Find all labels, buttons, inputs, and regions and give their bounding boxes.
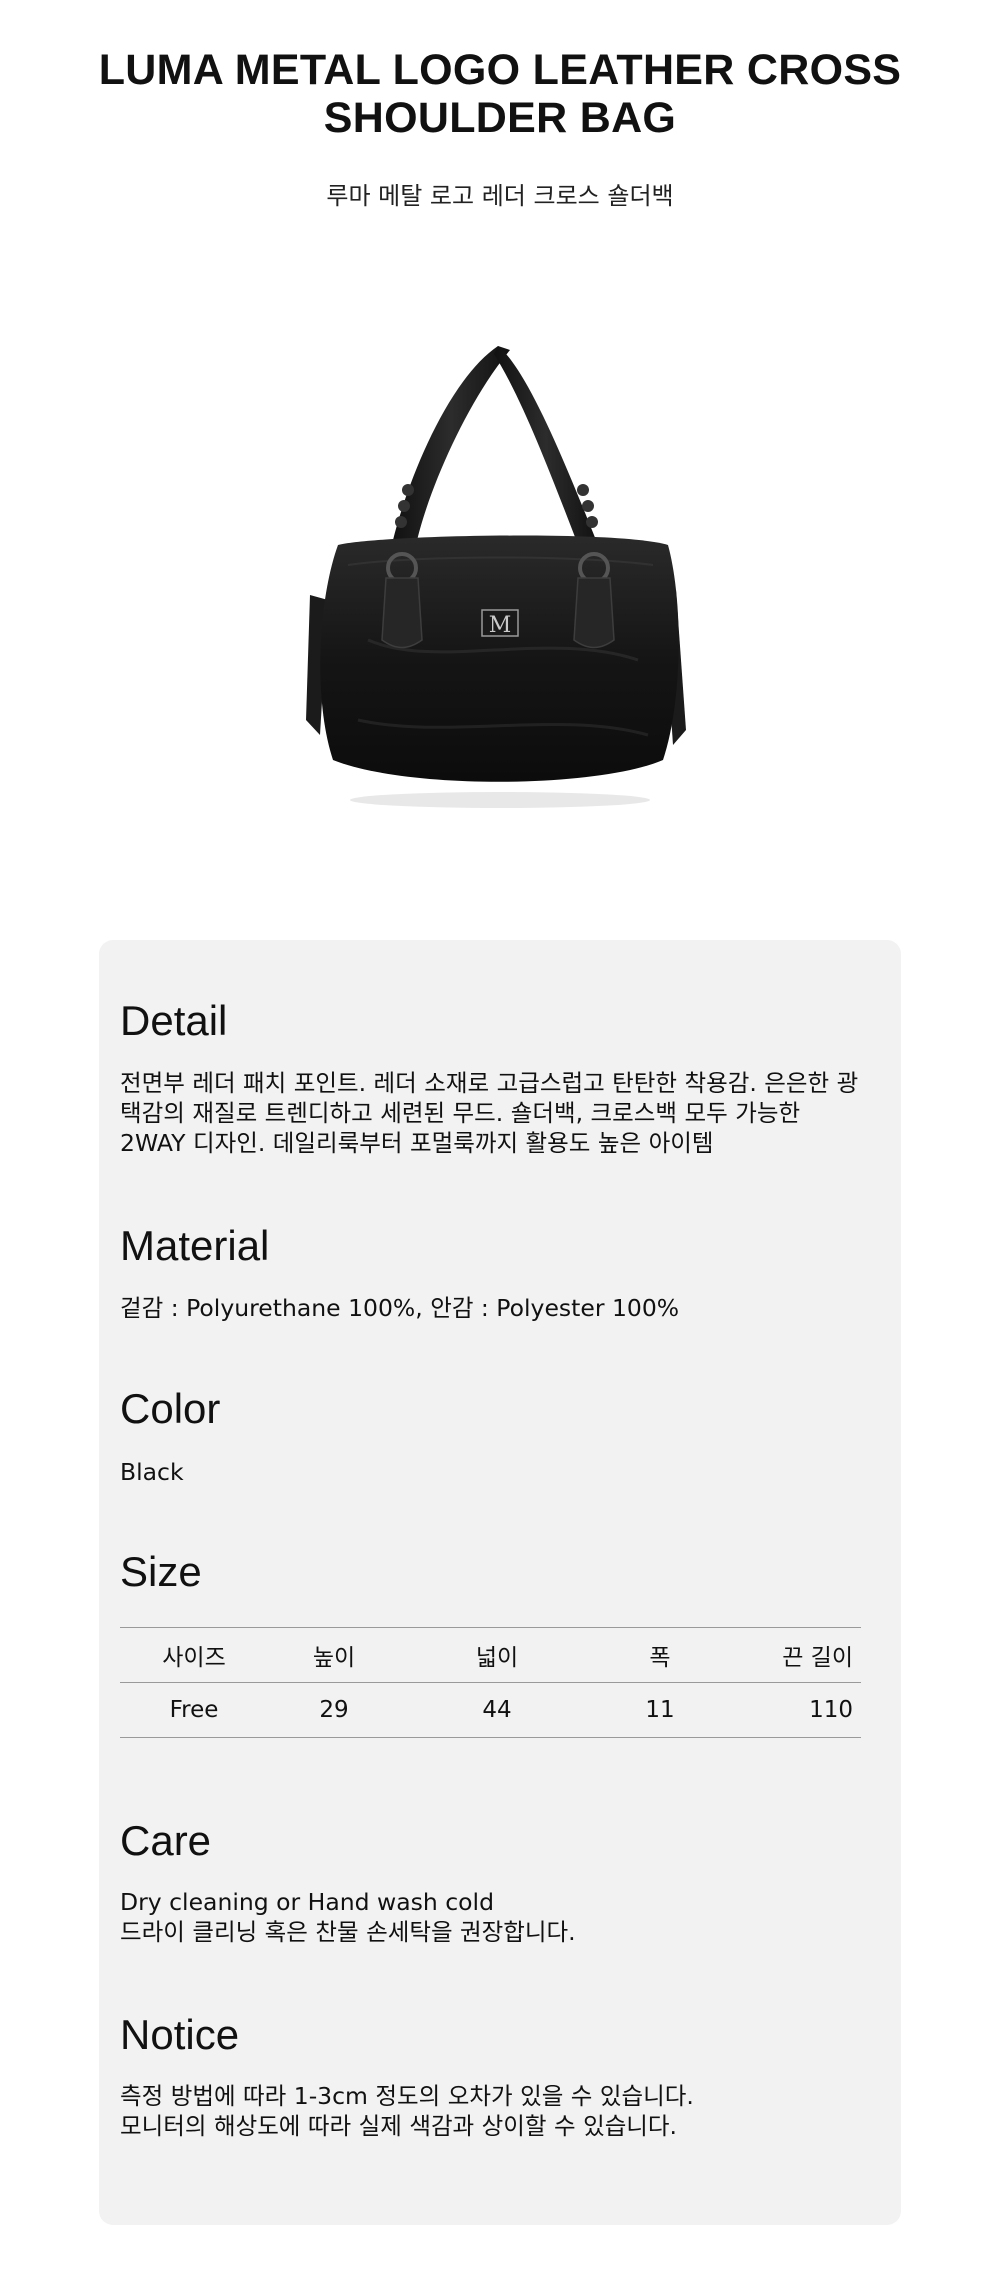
care-line: Dry cleaning or Hand wash cold (120, 1888, 494, 1916)
left-handle (393, 346, 510, 545)
care-heading: Care (120, 1817, 212, 1864)
product-image: M (306, 346, 686, 808)
detail-line: 2WAY 디자인. 데일리룩부터 포멀룩까지 활용도 높은 아이템 (120, 1129, 714, 1157)
bag-shadow (350, 792, 650, 808)
svg-text:M: M (489, 613, 512, 638)
size-cell: Free (169, 1697, 219, 1723)
product-title-line-1: LUMA METAL LOGO LEATHER CROSS (98, 46, 902, 94)
material-heading: Material (120, 1222, 270, 1269)
size-cell: 44 (482, 1697, 512, 1723)
detail-heading: Detail (120, 997, 228, 1044)
size-table-header-row: 사이즈 높이 넓이 폭 끈 길이 (120, 1627, 861, 1683)
table-row: Free 29 44 11 110 (120, 1683, 861, 1738)
care-line: 드라이 클리닝 혹은 찬물 손세탁을 권장합니다. (120, 1918, 576, 1946)
size-column-header: 폭 (649, 1645, 671, 1671)
detail-line: 전면부 레더 패치 포인트. 레더 소재로 고급스럽고 탄탄한 착용감. 은은한… (120, 1069, 859, 1097)
product-subtitle: 루마 메탈 로고 레더 크로스 숄더백 (326, 182, 674, 210)
size-column-header: 높이 (312, 1645, 356, 1671)
detail-text: 전면부 레더 패치 포인트. 레더 소재로 고급스럽고 탄탄한 착용감. 은은한… (120, 1068, 880, 1158)
notice-line: 모니터의 해상도에 따라 실제 색감과 상이할 수 있습니다. (120, 2112, 678, 2140)
size-cell: 29 (319, 1697, 349, 1723)
color-heading: Color (120, 1385, 221, 1432)
size-cell: 11 (645, 1697, 675, 1723)
product-info-card: Detail 전면부 레더 패치 포인트. 레더 소재로 고급스럽고 탄탄한 착… (99, 940, 901, 2225)
size-table: 사이즈 높이 넓이 폭 끈 길이 Free 29 44 11 110 (120, 1627, 861, 1738)
notice-text: 측정 방법에 따라 1-3cm 정도의 오차가 있을 수 있습니다. 모니터의 … (120, 2081, 880, 2141)
detail-line: 택감의 재질로 트렌디하고 세련된 무드. 숄더백, 크로스백 모두 가능한 (120, 1099, 801, 1127)
care-text: Dry cleaning or Hand wash cold 드라이 클리닝 혹… (120, 1887, 880, 1947)
material-text: 겉감 : Polyurethane 100%, 안감 : Polyester 1… (120, 1294, 680, 1322)
notice-line: 측정 방법에 따라 1-3cm 정도의 오차가 있을 수 있습니다. (120, 2082, 694, 2110)
product-title: LUMA METAL LOGO LEATHER CROSS SHOULDER B… (0, 46, 1000, 142)
bag-body (320, 535, 679, 782)
size-heading: Size (120, 1548, 202, 1595)
size-column-header: 끈 길이 (782, 1645, 853, 1671)
right-handle (494, 346, 598, 550)
size-cell: 110 (809, 1697, 853, 1723)
size-column-header: 사이즈 (162, 1645, 226, 1671)
product-title-line-2: SHOULDER BAG (323, 94, 677, 142)
color-text: Black (120, 1458, 184, 1486)
size-column-header: 넓이 (475, 1645, 519, 1671)
notice-heading: Notice (120, 2011, 240, 2058)
